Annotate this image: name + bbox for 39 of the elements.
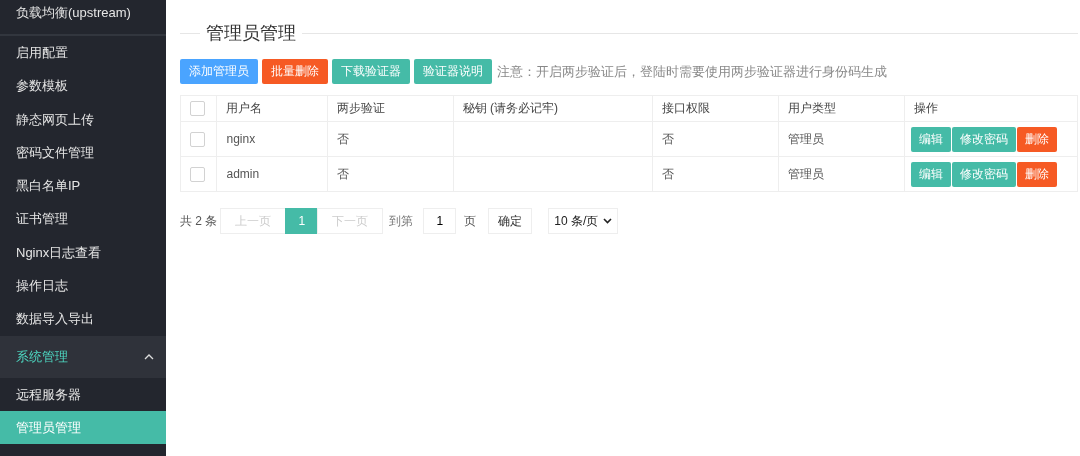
table-cell: 否 [653, 156, 779, 192]
checkbox[interactable] [190, 131, 205, 147]
goto-label: 到第 [389, 212, 414, 230]
total-count: 共 2 条 [180, 212, 218, 230]
sidebar-item[interactable]: 操作日志 [0, 269, 166, 303]
caret-icon [144, 353, 154, 360]
sidebar-item[interactable]: 数据导入导出 [0, 302, 166, 336]
column-header: 接口权限 [653, 95, 779, 122]
table-cell: admin [216, 156, 328, 192]
checkbox[interactable] [190, 101, 205, 116]
page-input[interactable]: 1 [423, 208, 457, 234]
note-text: 注意：开启两步验证后，登陆时需要使用两步验证器进行身份码生成 [497, 62, 887, 81]
sidebar-item[interactable]: 远程服务器 [0, 377, 166, 411]
column-header: 用户类型 [778, 95, 905, 122]
sidebar-item[interactable]: 密码文件管理 [0, 135, 166, 170]
checkbox[interactable] [190, 166, 205, 182]
chevron-down-icon [603, 218, 613, 224]
column-header: 秘钥 (请务必记牢) [453, 95, 653, 122]
column-header: 两步验证 [327, 95, 454, 122]
table-cell: 管理员 [778, 121, 905, 157]
column-header: 用户名 [216, 95, 328, 122]
page-size-select[interactable]: 10 条/页 [548, 208, 619, 234]
sidebar-group[interactable]: 系统管理 [0, 335, 166, 378]
confirm-button[interactable]: 确定 [488, 208, 533, 234]
page-unit-label: 页 [464, 212, 477, 230]
sidebar-item[interactable]: 黑白名单IP [0, 169, 166, 203]
table-cell: 否 [327, 156, 454, 192]
table-cell: nginx [216, 121, 328, 157]
table-cell: 否 [653, 121, 779, 157]
table-cell: 否 [327, 121, 454, 157]
sidebar-item[interactable]: 负载均衡(upstream) [0, 0, 166, 36]
column-header: 操作 [904, 95, 1078, 122]
sidebar-item[interactable]: 静态网页上传 [0, 102, 166, 136]
table-cell: 管理员 [778, 156, 905, 192]
sidebar-item[interactable]: 启用配置 [0, 36, 166, 70]
page-title: 管理员管理 [205, 22, 297, 45]
sidebar-item[interactable]: Nginx日志查看 [0, 235, 166, 270]
sidebar-item[interactable]: 参数模板 [0, 69, 166, 103]
sidebar-item[interactable]: 证书管理 [0, 202, 166, 236]
